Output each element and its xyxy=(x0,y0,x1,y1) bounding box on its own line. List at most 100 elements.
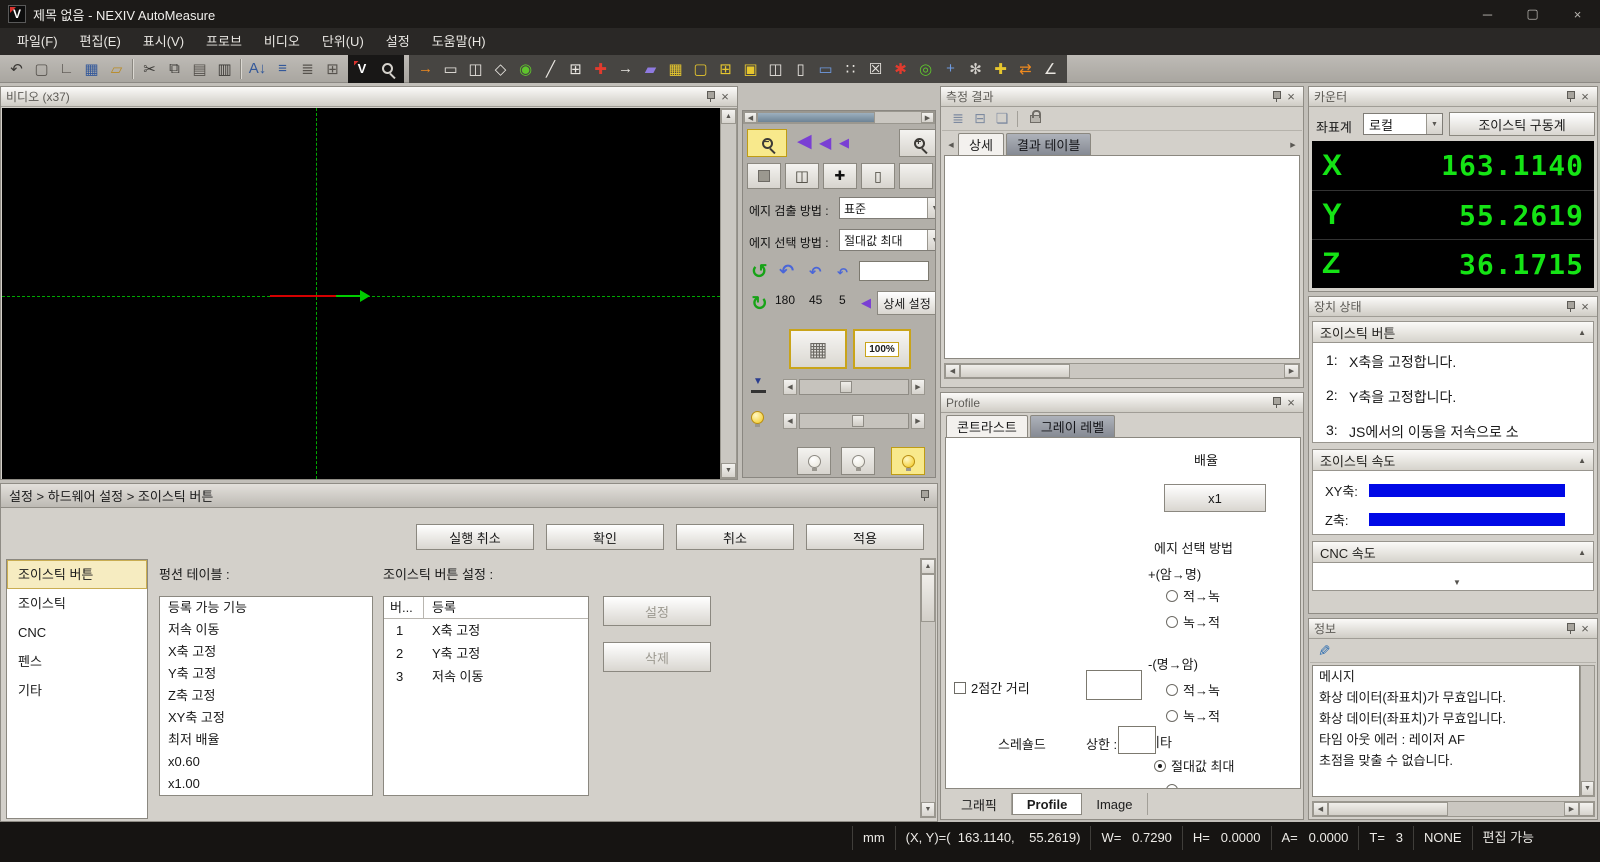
angle-icon[interactable]: ∠ xyxy=(1038,57,1063,81)
lamp-slider-thumb[interactable] xyxy=(852,415,864,427)
save-icon[interactable]: ▦ xyxy=(79,57,104,81)
scroll-track[interactable] xyxy=(1070,364,1284,378)
center-icon[interactable]: + xyxy=(938,57,963,81)
ok-button[interactable]: 확인 xyxy=(546,524,664,550)
swap-arrows-icon[interactable]: ⇄ xyxy=(1013,57,1038,81)
nav-item-fence[interactable]: 펜스 xyxy=(7,647,147,676)
print-icon[interactable]: ▥ xyxy=(212,57,237,81)
result-tree-icon[interactable]: ⊟ xyxy=(969,109,991,129)
prev-large-icon[interactable] xyxy=(797,130,812,153)
asterisk-icon[interactable]: ✻ xyxy=(963,57,988,81)
chart-icon[interactable]: ☒ xyxy=(863,57,888,81)
jump-arrow-icon[interactable]: → xyxy=(413,57,438,81)
pin-icon[interactable] xyxy=(1271,396,1281,409)
prev-medium-icon[interactable] xyxy=(819,133,831,153)
undo-icon[interactable]: ↶ xyxy=(4,57,29,81)
radio-minus-green-red[interactable]: 녹→적 xyxy=(1166,706,1220,725)
light-stage-button[interactable] xyxy=(891,447,925,475)
focus-slider[interactable] xyxy=(799,379,909,395)
list-icon[interactable]: ≡ xyxy=(270,57,295,81)
delete-button[interactable]: 삭제 xyxy=(603,642,711,672)
detail-prev-icon[interactable] xyxy=(861,295,871,311)
box-fill-icon[interactable]: ▰ xyxy=(638,57,663,81)
close-icon[interactable] xyxy=(1578,622,1592,636)
grid-view-icon[interactable]: ⊞ xyxy=(320,57,345,81)
scroll-down-button[interactable] xyxy=(921,802,935,817)
close-icon[interactable] xyxy=(1578,300,1592,314)
tool-panel-hscroll[interactable] xyxy=(743,111,935,124)
tab-contrast[interactable]: 콘트라스트 xyxy=(946,415,1028,437)
menu-item[interactable]: 비디오 xyxy=(253,28,311,55)
nav-item-other[interactable]: 기타 xyxy=(7,676,147,705)
target-icon[interactable]: ◎ xyxy=(913,57,938,81)
cell-plus-icon[interactable]: ⊞ xyxy=(713,57,738,81)
pane-extra-button[interactable] xyxy=(899,163,933,189)
bottom-tab-graphic[interactable]: 그래픽 xyxy=(947,793,1012,815)
cell-frame-icon[interactable]: ▣ xyxy=(738,57,763,81)
cell-box-icon[interactable]: ▢ xyxy=(688,57,713,81)
function-item[interactable]: Z축 고정 xyxy=(160,685,372,707)
dropdown-arrow-icon[interactable] xyxy=(927,230,936,250)
prev-small-icon[interactable] xyxy=(839,135,849,151)
scroll-thumb[interactable] xyxy=(921,574,935,622)
lock-icon[interactable] xyxy=(1030,115,1041,123)
menu-item[interactable]: 단위(U) xyxy=(311,28,375,55)
function-item[interactable]: 최저 배율 xyxy=(160,729,372,751)
maximize-button[interactable]: ▢ xyxy=(1510,0,1555,28)
tab-scroll-right[interactable] xyxy=(1286,135,1300,155)
pin-icon[interactable] xyxy=(919,489,929,502)
scroll-right-button[interactable] xyxy=(1284,364,1299,378)
result-list-icon[interactable]: ≣ xyxy=(947,109,969,129)
nav-item-joystick-buttons[interactable]: 조이스틱 버튼 xyxy=(7,560,147,589)
menu-item[interactable]: 표시(V) xyxy=(132,28,195,55)
width-measure-icon[interactable]: ◫ xyxy=(463,57,488,81)
pin-icon[interactable] xyxy=(1565,90,1575,103)
menu-item[interactable]: 편집(E) xyxy=(69,28,132,55)
assign-row[interactable]: 3 저속 이동 xyxy=(384,665,588,688)
grid-measure-icon[interactable]: ⊞ xyxy=(563,57,588,81)
minimize-button[interactable]: ─ xyxy=(1465,0,1510,28)
arrow-measure-icon[interactable]: → xyxy=(613,57,638,81)
tab-gray-level[interactable]: 그레이 레벨 xyxy=(1030,415,1115,437)
scroll-down-indicator[interactable] xyxy=(1453,573,1461,588)
pin-icon[interactable] xyxy=(705,90,715,103)
pin-icon[interactable] xyxy=(1565,300,1575,313)
pin-icon[interactable] xyxy=(1271,90,1281,103)
nav-item-joystick[interactable]: 조이스틱 xyxy=(7,589,147,618)
scroll-track[interactable] xyxy=(875,112,921,123)
scroll-up-button[interactable] xyxy=(721,109,736,124)
cut-icon[interactable]: ✂ xyxy=(137,57,162,81)
line-measure-icon[interactable]: ╱ xyxy=(538,57,563,81)
joystick-speed-section-header[interactable]: 조이스틱 속도 xyxy=(1312,449,1594,471)
paste-icon[interactable]: ▤ xyxy=(187,57,212,81)
pane-single-button[interactable] xyxy=(861,163,895,189)
rotate-cw-icon[interactable] xyxy=(751,291,768,316)
close-button[interactable]: × xyxy=(1555,0,1600,28)
cancel-button[interactable]: 취소 xyxy=(676,524,794,550)
magnifier-icon[interactable] xyxy=(375,57,400,81)
scroll-right-button[interactable] xyxy=(921,112,934,123)
close-icon[interactable] xyxy=(1284,90,1298,104)
function-item[interactable]: 저속 이동 xyxy=(160,619,372,641)
split-pane-icon[interactable]: ◫ xyxy=(763,57,788,81)
assign-row[interactable]: 2 Y축 고정 xyxy=(384,642,588,665)
rotate-5-icon[interactable] xyxy=(837,265,848,281)
scroll-left-button[interactable] xyxy=(744,112,757,123)
scroll-left-button[interactable] xyxy=(1313,802,1328,816)
scroll-down-button[interactable] xyxy=(1581,781,1594,796)
rotate-180-icon[interactable] xyxy=(779,261,794,282)
detail-settings-button[interactable]: 상세 설정 xyxy=(877,291,936,315)
scale-x1-button[interactable]: x1 xyxy=(1164,484,1266,512)
crosshair-button[interactable] xyxy=(823,163,857,189)
pane-layout-button[interactable] xyxy=(785,163,819,189)
distance-input[interactable] xyxy=(1086,670,1142,700)
radio-minus-red-green[interactable]: 적→녹 xyxy=(1166,680,1220,699)
close-icon[interactable] xyxy=(1578,90,1592,104)
bottom-tab-image[interactable]: Image xyxy=(1082,793,1147,815)
tab-scroll-left[interactable] xyxy=(944,135,958,155)
focus-slider-thumb[interactable] xyxy=(840,381,852,393)
menu-item[interactable]: 파일(F) xyxy=(6,28,69,55)
radio-plus-red-green[interactable]: 적→녹 xyxy=(1166,586,1220,605)
scroll-track[interactable] xyxy=(1581,666,1594,781)
light-coax-button[interactable] xyxy=(797,447,831,475)
